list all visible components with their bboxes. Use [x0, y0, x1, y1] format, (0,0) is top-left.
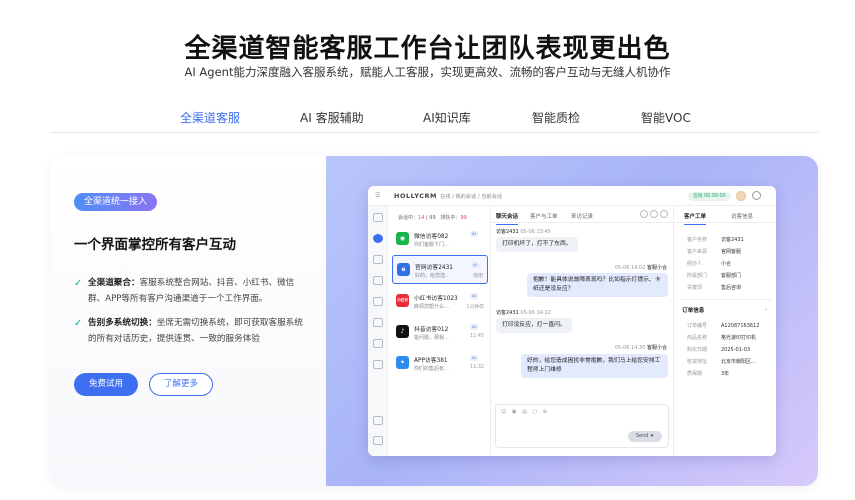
app-topbar: ☰ HOLLYCRM 在线 / 我的会话 / 当前会话 在线 00:00:00: [368, 186, 776, 206]
queue-stats: 会话中：14 | 99 排队中：99: [398, 215, 467, 221]
message-meta: 访客2431 05-06 13:45: [496, 229, 551, 235]
send-button[interactable]: Send ➤: [628, 431, 662, 442]
tab-ai-assist[interactable]: AI 客服辅助: [300, 109, 364, 126]
customer-field: 经办人 小合: [687, 261, 732, 267]
message-bubble: 打印没反应，灯一直闪。: [496, 318, 572, 333]
chat-panel: 聊天会话 客户与工单 来访记录 访客2431 05-06 13:45 打印机坏了…: [491, 206, 674, 456]
side-tabs: 客户工单 访客信息: [674, 206, 776, 225]
message-meta: 访客2431 05-06 14:22: [496, 310, 551, 316]
learn-more-button[interactable]: 了解更多: [149, 373, 213, 396]
douyin-icon: ♪: [396, 325, 409, 338]
list-item[interactable]: ◉ 微信访客082 AI 你们客服下门…: [392, 225, 488, 254]
feature-tabs: 全渠道客服 AI 客服辅助 AI知识库 智能质检 智能VOC: [50, 103, 818, 133]
crm-app-window: ☰ HOLLYCRM 在线 / 我的会话 / 当前会话 在线 00:00:00: [368, 186, 776, 456]
ai-badge: AI: [470, 355, 478, 361]
customer-field: 客户来源 官网客服: [687, 249, 742, 255]
grid-icon[interactable]: [373, 416, 383, 425]
app-icon: ✦: [396, 356, 409, 369]
list-item[interactable]: ♪ 抖音访客012 AI 能问题，那我… 11:45: [392, 318, 488, 347]
xiaohongshu-icon: 小红书: [396, 294, 409, 307]
feature-pill: 全渠道统一接入: [74, 193, 158, 211]
app-brand: HOLLYCRM: [394, 192, 437, 200]
tab-visitor-info[interactable]: 访客信息: [731, 212, 753, 220]
hero-subtitle: AI Agent能力深度融入客服系统，赋能人工客服，实现更高效、流畅的客户互动与…: [184, 65, 671, 79]
tab-knowledge-base[interactable]: AI知识库: [423, 109, 471, 126]
feature-title: 一个界面掌控所有客户互动: [74, 237, 236, 253]
message-meta: 05-06 14:02 客服小合: [614, 265, 667, 271]
tab-chat[interactable]: 聊天会话: [496, 212, 519, 225]
avatar[interactable]: [736, 191, 746, 201]
order-section-title: 订单信息: [682, 308, 705, 314]
ai-badge: AI: [470, 324, 478, 330]
menu-icon[interactable]: ☰: [375, 192, 380, 199]
tab-omnichannel[interactable]: 全渠道客服: [180, 109, 240, 126]
feature-item: ✓ 全渠道聚合：客服系统整合网站、抖音、小红书、微信群、APP等所有客户沟通渠道…: [74, 276, 304, 307]
wechat-icon: ◉: [396, 232, 409, 245]
report-icon[interactable]: [373, 360, 383, 369]
message-bubble: 好的，给您造成困扰非常抱歉，我们马上给您安排工程师上门维修: [521, 354, 668, 378]
chat-icon[interactable]: [373, 234, 383, 243]
ai-badge: AI: [471, 262, 479, 268]
web-icon: e: [397, 263, 410, 276]
check-icon: ✓: [74, 318, 83, 329]
chat-tabs: 聊天会话 客户与工单 来访记录: [491, 206, 674, 225]
list-item[interactable]: ✦ APP访客381 AI 你们的售后有… 11:32: [392, 349, 488, 378]
power-icon[interactable]: [752, 191, 761, 200]
customer-field: 客户名称 访客2431: [687, 237, 744, 243]
conversation-list: 会话中：14 | 99 排队中：99 ◉ 微信访客082 AI 你们客服下门… …: [388, 206, 491, 456]
tab-quality-inspection[interactable]: 智能质检: [532, 109, 580, 126]
message-input[interactable]: ☺ ▣ ▤ ▢ ⊕ Send ➤: [495, 404, 669, 448]
breadcrumb: 在线 / 我的会话 / 当前会话: [440, 194, 502, 200]
order-field: 收货地址 北京市朝阳区…: [687, 359, 757, 365]
free-trial-button[interactable]: 免费试用: [74, 373, 138, 396]
feature-item-bold: 全渠道聚合：: [88, 278, 140, 288]
status-badge[interactable]: 在线 00:00:00: [688, 192, 731, 201]
customer-side-panel: 客户工单 访客信息 客户名称 访客2431 客户来源 官网客服 经办人 小合 所属部门…: [674, 206, 776, 456]
shield-icon[interactable]: [373, 339, 383, 348]
message-bubble: 打印机坏了，打不了东西。: [496, 237, 578, 252]
nav-rail: [368, 206, 388, 456]
feature-item: ✓ 告别多系统切换：坐席无需切换系统，即可获取客服系统的所有对话历史，提供连贯、…: [74, 316, 304, 347]
ai-badge: AI: [470, 293, 478, 299]
copy-icon[interactable]: [650, 210, 658, 218]
order-field: 订单编号 A12087163612: [687, 323, 760, 329]
ai-badge: AI: [470, 231, 478, 237]
list-item[interactable]: 小红书 小红书访客1023 AI 麻烦您帮什么… 1分钟前: [392, 287, 488, 316]
tab-customer-ticket-side[interactable]: 客户工单: [684, 212, 707, 225]
bell-icon[interactable]: [373, 436, 383, 445]
order-field: 质保期 3年: [687, 371, 730, 377]
feature-panel: 全渠道统一接入 一个界面掌控所有客户互动 ✓ 全渠道聚合：客服系统整合网站、抖音…: [50, 156, 818, 486]
check-icon: ✓: [74, 278, 83, 289]
input-toolbar[interactable]: ☺ ▣ ▤ ▢ ⊕: [501, 409, 549, 415]
hero-title: 全渠道智能客服工作台让团队表现更出色: [184, 34, 671, 64]
divider: [680, 299, 772, 300]
feature-item-bold: 告别多系统切换：: [88, 318, 157, 328]
feature-description: 全渠道统一接入 一个界面掌控所有客户互动 ✓ 全渠道聚合：客服系统整合网站、抖音…: [50, 156, 326, 486]
chevron-down-icon[interactable]: ⌄: [764, 306, 768, 312]
tab-visit-history[interactable]: 来访记录: [571, 212, 593, 220]
contacts-icon[interactable]: [373, 255, 383, 264]
chat-toolbar: [638, 210, 668, 220]
ticket-icon[interactable]: [373, 276, 383, 285]
monitor-icon[interactable]: [373, 297, 383, 306]
customer-field: 所属部门 客服部门: [687, 273, 742, 279]
more-icon[interactable]: [660, 210, 668, 218]
phone-icon[interactable]: [373, 213, 383, 222]
list-item[interactable]: e 官网访客2431 AI 好的，给您选… 刚刚: [392, 255, 488, 284]
tab-customer-ticket[interactable]: 客户与工单: [530, 212, 558, 220]
order-field: 商品名称 格光速印打印机: [687, 335, 757, 341]
info-icon[interactable]: [640, 210, 648, 218]
message-meta: 05-06 14:30 客服小合: [614, 345, 667, 351]
order-field: 购买日期 2025-01-03: [687, 347, 751, 353]
ai-icon[interactable]: [373, 318, 383, 327]
product-preview: ☰ HOLLYCRM 在线 / 我的会话 / 当前会话 在线 00:00:00: [326, 156, 818, 486]
message-bubble: 抱歉！能具体说故障表现吗？比如指示灯提示、卡纸还是没反应？: [527, 273, 668, 297]
tab-voc[interactable]: 智能VOC: [641, 109, 691, 126]
customer-field: 关键词 售后咨询: [687, 285, 742, 291]
